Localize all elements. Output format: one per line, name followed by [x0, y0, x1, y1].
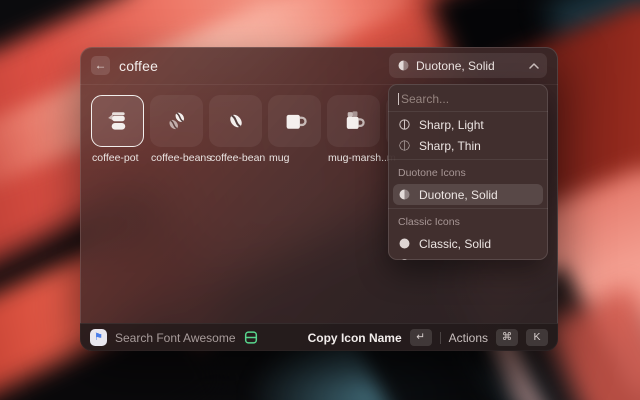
command-key-badge: ⌘ — [496, 329, 518, 346]
k-key-badge: K — [526, 329, 548, 346]
coffee-bean-tile[interactable] — [209, 95, 262, 147]
menu-item-label: Classic, Solid — [419, 237, 491, 251]
classic-regular-icon — [398, 258, 411, 260]
coffee-beans-tile[interactable] — [150, 95, 203, 147]
font-awesome-logo: ⚑ — [90, 329, 107, 346]
coffee-pot-tile[interactable] — [91, 95, 144, 147]
duotone-circle-icon — [397, 59, 410, 72]
result-coffee-pot[interactable]: coffee-pot — [91, 95, 144, 164]
return-key-badge: ↵ — [410, 329, 432, 346]
sharp-thin-icon — [398, 139, 411, 152]
back-button[interactable]: ← — [91, 56, 110, 75]
result-coffee-bean[interactable]: coffee-bean — [209, 95, 262, 164]
style-dropdown-button[interactable]: Duotone, Solid — [389, 53, 547, 78]
result-label: mug — [268, 152, 321, 164]
mug-icon — [281, 107, 309, 135]
raycast-window: ← coffee Duotone, Solid — [80, 47, 558, 351]
screen: ← coffee Duotone, Solid — [0, 0, 640, 400]
menu-item-label: Sharp, Light — [419, 118, 484, 132]
mug-marshmallows-icon — [340, 107, 368, 135]
chevron-up-icon — [529, 63, 539, 69]
dropdown-group-duotone: Duotone, Solid — [388, 182, 548, 208]
style-dropdown-menu: Search... Sharp, Light — [388, 84, 548, 260]
dropdown-group-sharp: Sharp, Light Sharp, Thin — [388, 112, 548, 159]
coffee-beans-icon — [163, 107, 191, 135]
menu-item-label: Classic, Regular — [419, 258, 506, 261]
classic-solid-icon — [398, 237, 411, 250]
menu-item-sharp-light[interactable]: Sharp, Light — [388, 114, 548, 135]
result-mug-marshmallows[interactable]: mug-marsh... — [327, 95, 380, 164]
section-header-duotone: Duotone Icons — [388, 160, 548, 182]
primary-action-label[interactable]: Copy Icon Name — [308, 331, 402, 345]
result-coffee-beans[interactable]: coffee-beans — [150, 95, 203, 164]
actions-menu-label[interactable]: Actions — [449, 331, 488, 345]
mug-marshmallows-tile[interactable] — [327, 95, 380, 147]
result-label: coffee-bean — [209, 152, 262, 164]
coffee-bean-icon — [222, 107, 250, 135]
mug-tile[interactable] — [268, 95, 321, 147]
style-dropdown-value: Duotone, Solid — [416, 59, 523, 73]
menu-item-classic-regular[interactable]: Classic, Regular — [388, 254, 548, 260]
dropdown-search-field[interactable]: Search... — [388, 84, 548, 111]
text-caret — [398, 93, 399, 105]
dropdown-group-classic: Classic, Solid Classic, Regular — [388, 231, 548, 260]
extension-name: Search Font Awesome — [115, 331, 236, 345]
section-header-classic: Classic Icons — [388, 209, 548, 231]
result-label: coffee-pot — [91, 152, 144, 164]
coffee-pot-icon — [104, 107, 132, 135]
divider — [440, 332, 441, 344]
action-bar: ⚑ Search Font Awesome Copy Icon Name ↵ A… — [80, 323, 558, 351]
menu-item-sharp-thin[interactable]: Sharp, Thin — [388, 135, 548, 156]
search-bar: ← coffee Duotone, Solid — [80, 47, 558, 85]
menu-item-label: Sharp, Thin — [419, 139, 481, 153]
back-arrow-icon: ← — [95, 58, 107, 72]
result-mug[interactable]: mug — [268, 95, 321, 164]
menu-item-duotone-solid-selected[interactable]: Duotone, Solid — [393, 184, 543, 205]
dropdown-search-placeholder: Search... — [401, 92, 449, 106]
menu-item-classic-solid[interactable]: Classic, Solid — [388, 233, 548, 254]
result-label: mug-marsh... — [327, 152, 380, 164]
result-label: coffee-beans — [150, 152, 203, 164]
cache-drive-icon — [244, 330, 258, 345]
menu-item-label: Duotone, Solid — [419, 188, 498, 202]
duotone-solid-icon — [398, 188, 411, 201]
search-input[interactable]: coffee — [119, 58, 380, 74]
flag-icon: ⚑ — [94, 332, 103, 343]
sharp-light-icon — [398, 118, 411, 131]
